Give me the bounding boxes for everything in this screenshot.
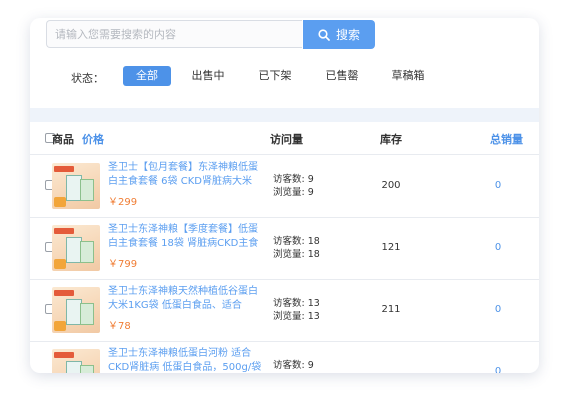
table-row: 圣卫士东泽神粮低蛋白河粉 适合CKD肾脏病 低蛋白食品，500g/袋 访客数: … [30,341,539,373]
search-button[interactable]: 搜索 [303,20,375,49]
status-tab-drafts[interactable]: 草稿箱 [384,66,432,86]
product-price: ￥799 [108,259,138,270]
visitor-count: 访客数: 13 [273,298,320,309]
header-product: 商品 [52,133,74,146]
section-divider-band [30,108,539,122]
header-price-sort[interactable]: 价格 [82,131,104,147]
product-thumbnail[interactable] [52,163,100,209]
status-tab-on-sale[interactable]: 出售中 [184,66,232,86]
search-button-label: 搜索 [335,28,360,42]
table-row: 圣卫士东泽神粮【季度套餐】低蛋白主食套餐 18袋 肾脏病CKD主食 ￥799 访… [30,217,539,280]
product-price: ￥299 [108,197,138,208]
table-row: 圣卫士东泽神粮天然种植低谷蛋白大米1KG袋 低蛋白食品、适合CKD ￥78 访客… [30,279,539,342]
status-tab-off-shelf[interactable]: 已下架 [251,66,299,86]
sales-value: 0 [494,242,502,253]
search-input[interactable]: 请输入您需要搜索的内容 [46,20,302,48]
table-header: 商品 价格 访问量 库存 总销量 [30,122,539,155]
stock-value: 211 [381,304,401,315]
status-tab-sold-out[interactable]: 已售罄 [318,66,366,86]
sales-value: 0 [494,180,502,191]
visit-stats: 访客数: 18 浏览量: 18 [273,235,320,261]
view-count: 浏览量: 13 [273,311,320,322]
product-name-link[interactable]: 圣卫士东泽神粮天然种植低谷蛋白大米1KG袋 低蛋白食品、适合CKD [108,285,262,313]
product-name-link[interactable]: 圣卫士东泽神粮【季度套餐】低蛋白主食套餐 18袋 肾脏病CKD主食 [108,223,262,251]
product-thumbnail[interactable] [52,287,100,333]
header-visits: 访问量 [270,133,303,146]
visitor-count: 访客数: 18 [273,236,320,247]
visit-stats: 访客数: 9 浏览量: 9 [273,173,314,199]
stock-value: 121 [381,242,401,253]
visit-stats: 访客数: 9 [273,359,314,372]
view-count: 浏览量: 18 [273,249,320,260]
product-list-panel: 请输入您需要搜索的内容 搜索 状态： 全部 出售中 已下架 已售罄 草稿箱 商品… [30,18,539,373]
view-count: 浏览量: 9 [273,187,314,198]
header-stock: 库存 [380,133,402,146]
sales-value: 0 [494,366,502,373]
product-name-link[interactable]: 圣卫士【包月套餐】东泽神粮低蛋白主食套餐 6袋 CKD肾脏病大米 [108,161,262,189]
status-filter-label: 状态： [71,72,104,85]
status-tab-all[interactable]: 全部 [123,66,171,86]
visit-stats: 访客数: 13 浏览量: 13 [273,297,320,323]
visitor-count: 访客数: 9 [273,360,314,371]
search-icon [318,28,330,41]
product-price: ￥78 [108,321,131,332]
product-thumbnail[interactable] [52,349,100,373]
product-thumbnail[interactable] [52,225,100,271]
table-row: 圣卫士【包月套餐】东泽神粮低蛋白主食套餐 6袋 CKD肾脏病大米 ￥299 访客… [30,155,539,218]
product-name-link[interactable]: 圣卫士东泽神粮低蛋白河粉 适合CKD肾脏病 低蛋白食品，500g/袋 [108,347,262,373]
header-sales-sort[interactable]: 总销量 [490,131,523,147]
sales-value: 0 [494,304,502,315]
stock-value: 200 [381,180,401,191]
visitor-count: 访客数: 9 [273,174,314,185]
